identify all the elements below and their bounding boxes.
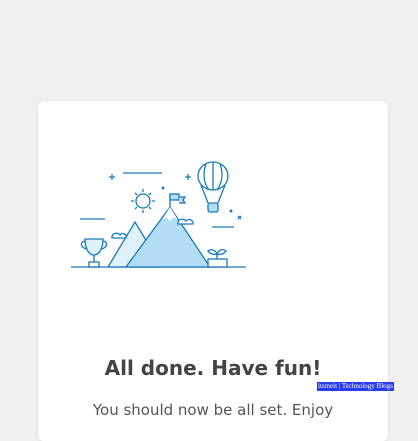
- watermark: itsmeit | Technology Blogs: [317, 382, 394, 391]
- success-illustration: [71, 161, 246, 268]
- completion-title: All done. Have fun!: [104, 356, 322, 380]
- completion-subtitle: You should now be all set. Enjoy: [92, 401, 334, 419]
